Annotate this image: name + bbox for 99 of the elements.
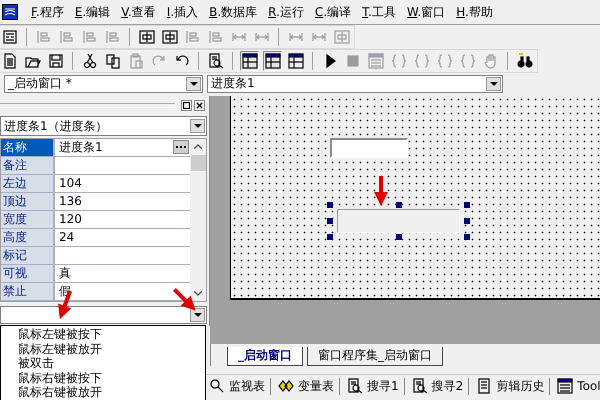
caret-icon (194, 313, 202, 317)
toolbar-button[interactable] (240, 51, 259, 71)
caret-icon (190, 82, 198, 86)
event-option[interactable]: 鼠标左键被按下 (18, 327, 205, 342)
form-icon (2, 29, 18, 45)
component-dropdown[interactable]: 进度条1（进度条） (0, 116, 207, 136)
property-value[interactable]: 真 (55, 265, 190, 282)
menu-item[interactable]: H.帮助 (456, 4, 493, 20)
panel-tab[interactable]: 搜寻1 (342, 378, 405, 394)
property-row[interactable]: 标记 (1, 247, 190, 265)
property-row[interactable]: 左边 104 (1, 175, 190, 193)
binoculars-icon (516, 53, 532, 69)
menu-item[interactable]: R.运行 (268, 4, 304, 20)
editor-tab[interactable]: 窗口程序集_启动窗口 (307, 347, 443, 366)
property-row[interactable]: 宽度 120 (1, 211, 190, 229)
center-icon (334, 29, 350, 45)
menu-item[interactable]: T.工具 (362, 4, 396, 20)
braces-icon (390, 53, 406, 69)
close-button[interactable] (194, 100, 205, 110)
ellipsis-button[interactable] (173, 140, 189, 154)
panel-tab[interactable]: 剪辑历史 (471, 378, 550, 394)
clipboard-icon (128, 53, 144, 69)
note-icon (476, 378, 492, 394)
property-name: 禁止 (1, 283, 55, 300)
center-icon (162, 29, 178, 45)
property-name: 可视 (1, 265, 55, 282)
toolbar-button[interactable] (286, 51, 305, 71)
property-name: 宽度 (1, 211, 55, 228)
menu-item[interactable]: B.数据库 (209, 4, 258, 20)
diamonds-icon (278, 378, 294, 394)
property-value[interactable]: 104 (55, 175, 190, 192)
property-value[interactable]: 24 (55, 229, 190, 246)
align-icon (104, 29, 120, 45)
property-name: 名称 (1, 139, 55, 156)
annotation-arrow (374, 176, 388, 206)
magnifier-document-icon (208, 53, 224, 69)
property-row[interactable]: 可视 真 (1, 265, 190, 283)
scrollbar-thumb[interactable] (190, 155, 206, 171)
selection-handles[interactable] (327, 202, 470, 240)
maximize-button[interactable] (181, 100, 192, 110)
copy-icon (104, 53, 120, 69)
menu-item[interactable]: E.编辑 (74, 4, 110, 20)
caret-icon (194, 124, 202, 128)
panel-tab[interactable]: 变量表 (273, 378, 340, 394)
editor-tab[interactable]: _启动窗口 (227, 347, 303, 366)
event-option[interactable]: 鼠标右键被放开 (18, 385, 205, 400)
magnifier-document-icon (412, 378, 428, 394)
align-icon (58, 29, 74, 45)
property-value[interactable]: 120 (55, 211, 190, 228)
window-icon (557, 378, 574, 394)
menu-item[interactable]: W.窗口 (406, 4, 446, 20)
property-row[interactable]: 备注 (1, 157, 190, 175)
event-option[interactable]: 鼠标左键被放开 (18, 342, 205, 356)
menu-item[interactable]: V.查看 (121, 4, 156, 20)
panel-tab[interactable]: Tool (552, 378, 600, 394)
property-row[interactable]: 高度 24 (1, 229, 190, 247)
close-icon (196, 102, 203, 108)
property-value[interactable]: 136 (55, 193, 190, 210)
property-value[interactable]: 进度条1 (55, 139, 190, 156)
property-name: 备注 (1, 157, 55, 174)
property-name: 标记 (1, 247, 55, 264)
braces-icon (436, 53, 452, 69)
property-name: 高度 (1, 229, 55, 246)
menu-item[interactable]: F.程序 (31, 4, 64, 20)
property-name: 左边 (1, 175, 55, 192)
stop-icon (344, 53, 360, 69)
braces-icon (460, 53, 476, 69)
event-option[interactable]: 被双击 (18, 356, 205, 371)
align-icon (184, 29, 200, 45)
property-row[interactable]: 名称 进度条1 (1, 139, 190, 157)
braces-icon (414, 53, 430, 69)
center-icon (138, 29, 154, 45)
toolbar-button[interactable] (263, 51, 282, 71)
hand-icon (482, 53, 498, 69)
menu-item[interactable]: C.编译 (314, 4, 352, 20)
window-icon (368, 53, 384, 69)
document-icon (2, 53, 18, 69)
caret-icon (490, 82, 498, 86)
align-icon (36, 29, 52, 45)
property-row[interactable]: 顶边 136 (1, 193, 190, 211)
magnifier-icon (209, 378, 225, 394)
text-field[interactable] (330, 138, 408, 158)
component-dropdown[interactable]: 进度条1 (207, 74, 503, 92)
align-icon (208, 29, 224, 45)
event-option[interactable]: 鼠标右键被按下 (18, 370, 205, 386)
ellipsis-icon (175, 146, 187, 148)
magnifier-document-icon (347, 378, 363, 394)
menu-item[interactable]: I.插入 (166, 4, 198, 20)
object-dropdown[interactable]: _启动窗口 * (4, 74, 203, 92)
align-icon (82, 29, 98, 45)
layout-icon (288, 53, 304, 69)
scissors-icon (82, 53, 98, 69)
panel-tab[interactable]: 搜寻2 (406, 378, 470, 394)
event-dropdown[interactable] (0, 306, 207, 324)
layout-icon (264, 53, 280, 69)
floppy-icon (48, 53, 64, 69)
property-name: 顶边 (1, 193, 55, 210)
app-logo-icon (2, 4, 18, 20)
layout-icon (242, 53, 258, 69)
